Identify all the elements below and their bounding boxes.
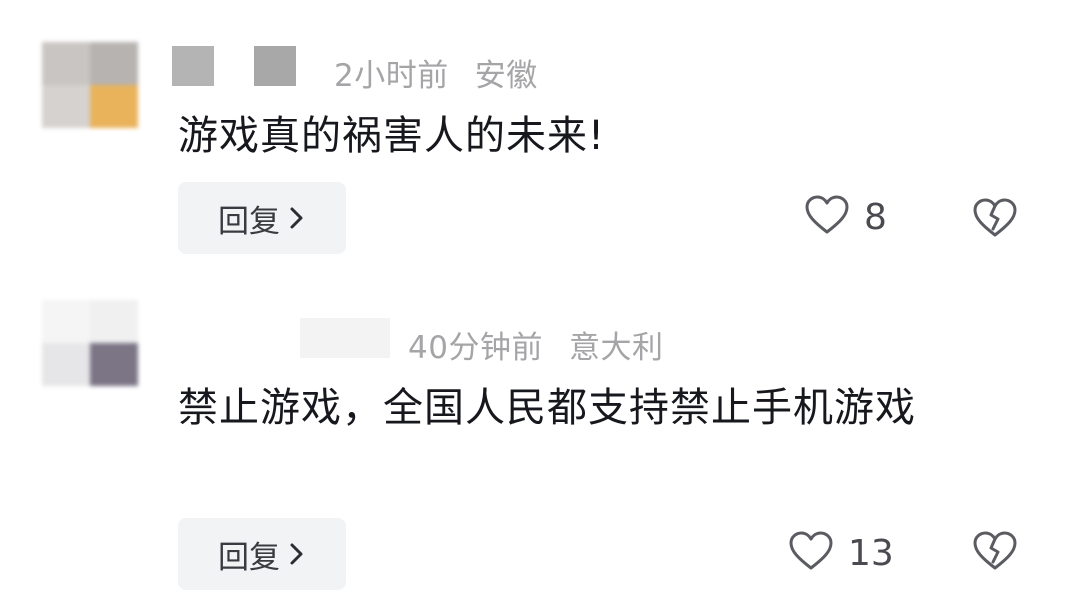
comment-text: 禁止游戏，全国人民都支持禁止手机游戏 [178, 385, 916, 431]
like-button[interactable]: 8 [804, 194, 887, 240]
avatar-tile [90, 85, 138, 128]
like-count: 8 [864, 196, 887, 238]
avatar[interactable] [42, 42, 138, 128]
comment-time: 2小时前 [334, 58, 449, 94]
avatar[interactable] [42, 300, 138, 386]
reply-label: 回复 [218, 203, 280, 240]
avatar-tile [42, 42, 90, 85]
comment-time: 40分钟前 [408, 330, 543, 366]
avatar-tile [90, 300, 138, 343]
avatar-tile [42, 85, 90, 128]
reply-label: 回复 [218, 539, 280, 576]
dislike-button[interactable] [972, 197, 1018, 243]
heart-outline-icon [788, 530, 834, 576]
blur-block [300, 318, 390, 358]
reply-button[interactable]: 回复 [178, 518, 346, 590]
chevron-right-icon [288, 542, 306, 566]
avatar-tile [90, 343, 138, 386]
comment-meta: 40分钟前 意大利 [408, 322, 663, 367]
like-button[interactable]: 13 [788, 530, 894, 576]
comment-location: 意大利 [568, 330, 664, 366]
username-blurred[interactable] [172, 46, 296, 86]
avatar-tile [42, 343, 90, 386]
heart-outline-icon [804, 194, 850, 240]
comment-meta: 2小时前 安徽 [334, 50, 538, 95]
reply-button[interactable]: 回复 [178, 182, 346, 254]
comment-text: 游戏真的祸害人的未来! [178, 113, 606, 159]
broken-heart-icon [972, 531, 1018, 576]
avatar-tile [90, 42, 138, 85]
dislike-button[interactable] [972, 530, 1018, 576]
avatar-tile [42, 300, 90, 343]
blur-block [172, 46, 214, 86]
username-blurred[interactable] [300, 318, 390, 358]
chevron-right-icon [288, 206, 306, 230]
like-count: 13 [848, 532, 894, 574]
comment-location: 安徽 [474, 58, 538, 94]
blur-block [254, 46, 296, 86]
broken-heart-icon [972, 198, 1018, 243]
